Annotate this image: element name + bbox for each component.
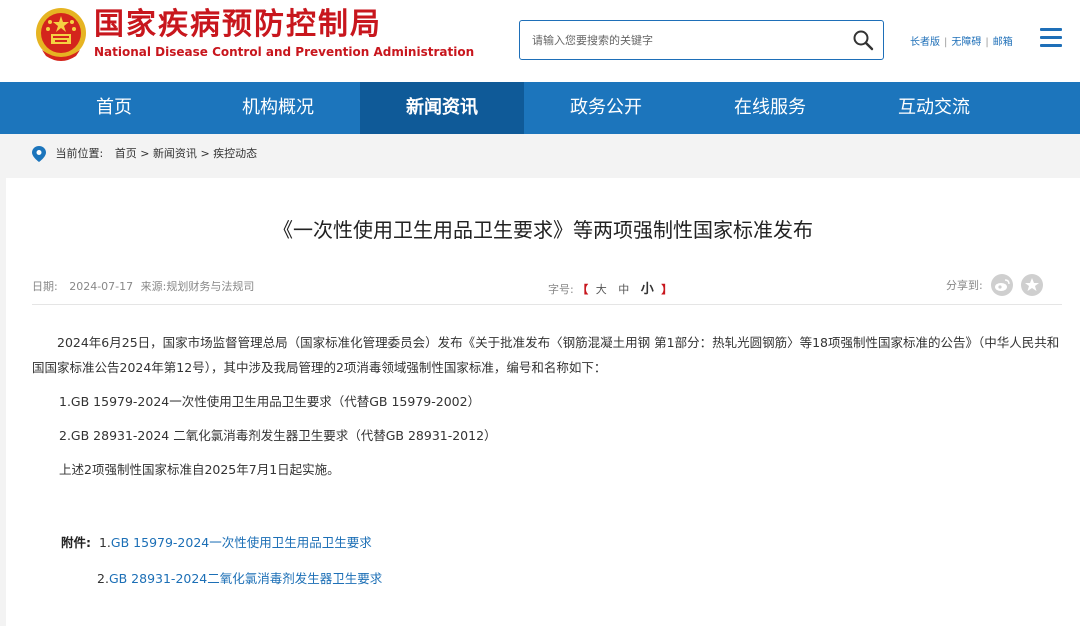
font-size-selector: 字号: 【 大 中 小 】 bbox=[548, 282, 673, 297]
breadcrumb-label: 当前位置: bbox=[55, 147, 104, 160]
nav-item-news[interactable]: 新闻资讯 bbox=[360, 82, 524, 134]
article-source: 规划财务与法规司 bbox=[166, 280, 255, 293]
attachment-link-2[interactable]: GB 28931-2024二氧化氯消毒剂发生器卫生要求 bbox=[109, 571, 382, 586]
top-links: 长者版 | 无障碍 | 邮箱 bbox=[910, 37, 1013, 48]
meta-divider bbox=[32, 304, 1062, 305]
article-title: 《一次性使用卫生用品卫生要求》等两项强制性国家标准发布 bbox=[273, 218, 813, 242]
font-size-medium[interactable]: 中 bbox=[618, 283, 629, 296]
weibo-share-icon[interactable] bbox=[990, 274, 1013, 296]
article-body: 2024年6月25日，国家市场监督管理总局（国家标准化管理委员会）发布《关于批准… bbox=[32, 330, 1062, 491]
article-meta: 日期: 2024-07-17 来源:规划财务与法规司 bbox=[32, 280, 255, 293]
search-icon[interactable] bbox=[851, 28, 875, 52]
accessibility-link[interactable]: 无障碍 bbox=[951, 37, 981, 48]
search-box bbox=[519, 20, 884, 60]
article-paragraph: 2024年6月25日，国家市场监督管理总局（国家标准化管理委员会）发布《关于批准… bbox=[32, 335, 1060, 375]
nav-item-online-services[interactable]: 在线服务 bbox=[688, 82, 852, 134]
nav-item-home[interactable]: 首页 bbox=[32, 82, 196, 134]
breadcrumb: 当前位置: 首页 > 新闻资讯 > 疾控动态 bbox=[32, 143, 257, 165]
elder-version-link[interactable]: 长者版 bbox=[910, 37, 940, 48]
share-bar: 分享到: bbox=[946, 274, 1043, 296]
font-size-large[interactable]: 大 bbox=[596, 283, 607, 296]
breadcrumb-disease-control-news[interactable]: 疾控动态 bbox=[213, 147, 257, 160]
nav-item-government-affairs[interactable]: 政务公开 bbox=[524, 82, 688, 134]
main-nav: 首页 机构概况 新闻资讯 政务公开 在线服务 互动交流 bbox=[0, 82, 1080, 134]
site-name-cn[interactable]: 国家疾病预防控制局 bbox=[94, 6, 382, 44]
qzone-share-icon[interactable] bbox=[1020, 274, 1043, 296]
article-paragraph: 1.GB 15979-2024一次性使用卫生用品卫生要求（代替GB 15979-… bbox=[59, 394, 481, 409]
article-date: 2024-07-17 bbox=[69, 280, 134, 293]
location-pin-icon bbox=[32, 146, 46, 162]
attachment-list: 附件: 1.GB 15979-2024一次性使用卫生用品卫生要求 bbox=[61, 535, 372, 550]
search-input[interactable] bbox=[532, 30, 832, 50]
site-name-en: National Disease Control and Prevention … bbox=[94, 45, 475, 59]
article-paragraph: 2.GB 28931-2024 二氧化氯消毒剂发生器卫生要求（代替GB 2893… bbox=[59, 428, 497, 443]
attachment-link-1[interactable]: GB 15979-2024一次性使用卫生用品卫生要求 bbox=[111, 535, 372, 550]
menu-icon[interactable] bbox=[1040, 28, 1062, 50]
attachment-list-item: 2.GB 28931-2024二氧化氯消毒剂发生器卫生要求 bbox=[97, 571, 383, 586]
nav-item-about[interactable]: 机构概况 bbox=[196, 82, 360, 134]
breadcrumb-news[interactable]: 新闻资讯 bbox=[153, 147, 197, 160]
article-paragraph: 上述2项强制性国家标准自2025年7月1日起实施。 bbox=[59, 462, 340, 477]
attachments-label: 附件: bbox=[61, 535, 91, 550]
national-emblem-icon[interactable] bbox=[34, 6, 88, 66]
article-card: 《一次性使用卫生用品卫生要求》等两项强制性国家标准发布 日期: 2024-07-… bbox=[6, 178, 1080, 626]
site-header: 国家疾病预防控制局 National Disease Control and P… bbox=[0, 0, 1080, 82]
nav-item-interaction[interactable]: 互动交流 bbox=[852, 82, 1016, 134]
mailbox-link[interactable]: 邮箱 bbox=[993, 37, 1013, 48]
font-size-small[interactable]: 小 bbox=[641, 282, 654, 297]
breadcrumb-home[interactable]: 首页 bbox=[115, 147, 137, 160]
